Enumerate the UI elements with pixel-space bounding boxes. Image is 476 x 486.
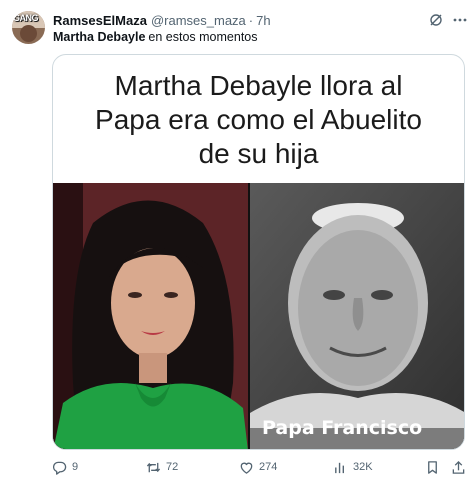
views-count: 32K <box>353 461 373 473</box>
share-icon <box>452 460 465 474</box>
avatar[interactable]: GANG <box>12 11 45 44</box>
timestamp[interactable]: 7h <box>256 13 270 28</box>
tweet-media[interactable]: Martha Debayle llora al Papa era como el… <box>52 54 465 450</box>
action-bar: 9 72 274 32K <box>0 458 476 476</box>
woman-photo <box>53 183 248 449</box>
tweet-header: RamsesElMaza @ramses_maza · 7h <box>53 12 271 28</box>
reply-button[interactable]: 9 <box>52 458 78 476</box>
reply-count: 9 <box>72 461 79 473</box>
media-caption: Papa Francisco <box>262 417 423 439</box>
pope-photo <box>250 183 464 449</box>
separator-dot: · <box>248 12 254 28</box>
avatar-text: GANG <box>13 13 39 23</box>
bookmark-icon <box>428 460 437 474</box>
mention: Martha Debayle <box>53 30 146 44</box>
grok-icon[interactable] <box>429 13 443 27</box>
media-photos <box>53 183 464 449</box>
display-name[interactable]: RamsesElMaza <box>53 13 147 28</box>
more-icon[interactable] <box>452 12 468 28</box>
retweet-icon <box>146 462 161 472</box>
retweet-button[interactable]: 72 <box>146 458 178 476</box>
tweet-body: en estos momentos <box>148 30 258 44</box>
views-icon <box>335 462 345 473</box>
media-headline: Martha Debayle llora al Papa era como el… <box>95 70 422 169</box>
like-count: 274 <box>259 461 278 473</box>
reply-icon <box>52 461 67 475</box>
tweet-text: Martha Debayle en estos momentos <box>53 30 258 44</box>
user-handle[interactable]: @ramses_maza <box>151 13 246 28</box>
like-button[interactable]: 274 <box>239 458 277 476</box>
share-button[interactable] <box>451 458 466 476</box>
retweet-count: 72 <box>166 461 179 473</box>
tweet[interactable]: GANG RamsesElMaza @ramses_maza · 7h Mart… <box>0 0 476 486</box>
heart-icon <box>240 462 253 474</box>
views-button[interactable]: 32K <box>333 458 373 476</box>
bookmark-button[interactable] <box>425 458 440 476</box>
